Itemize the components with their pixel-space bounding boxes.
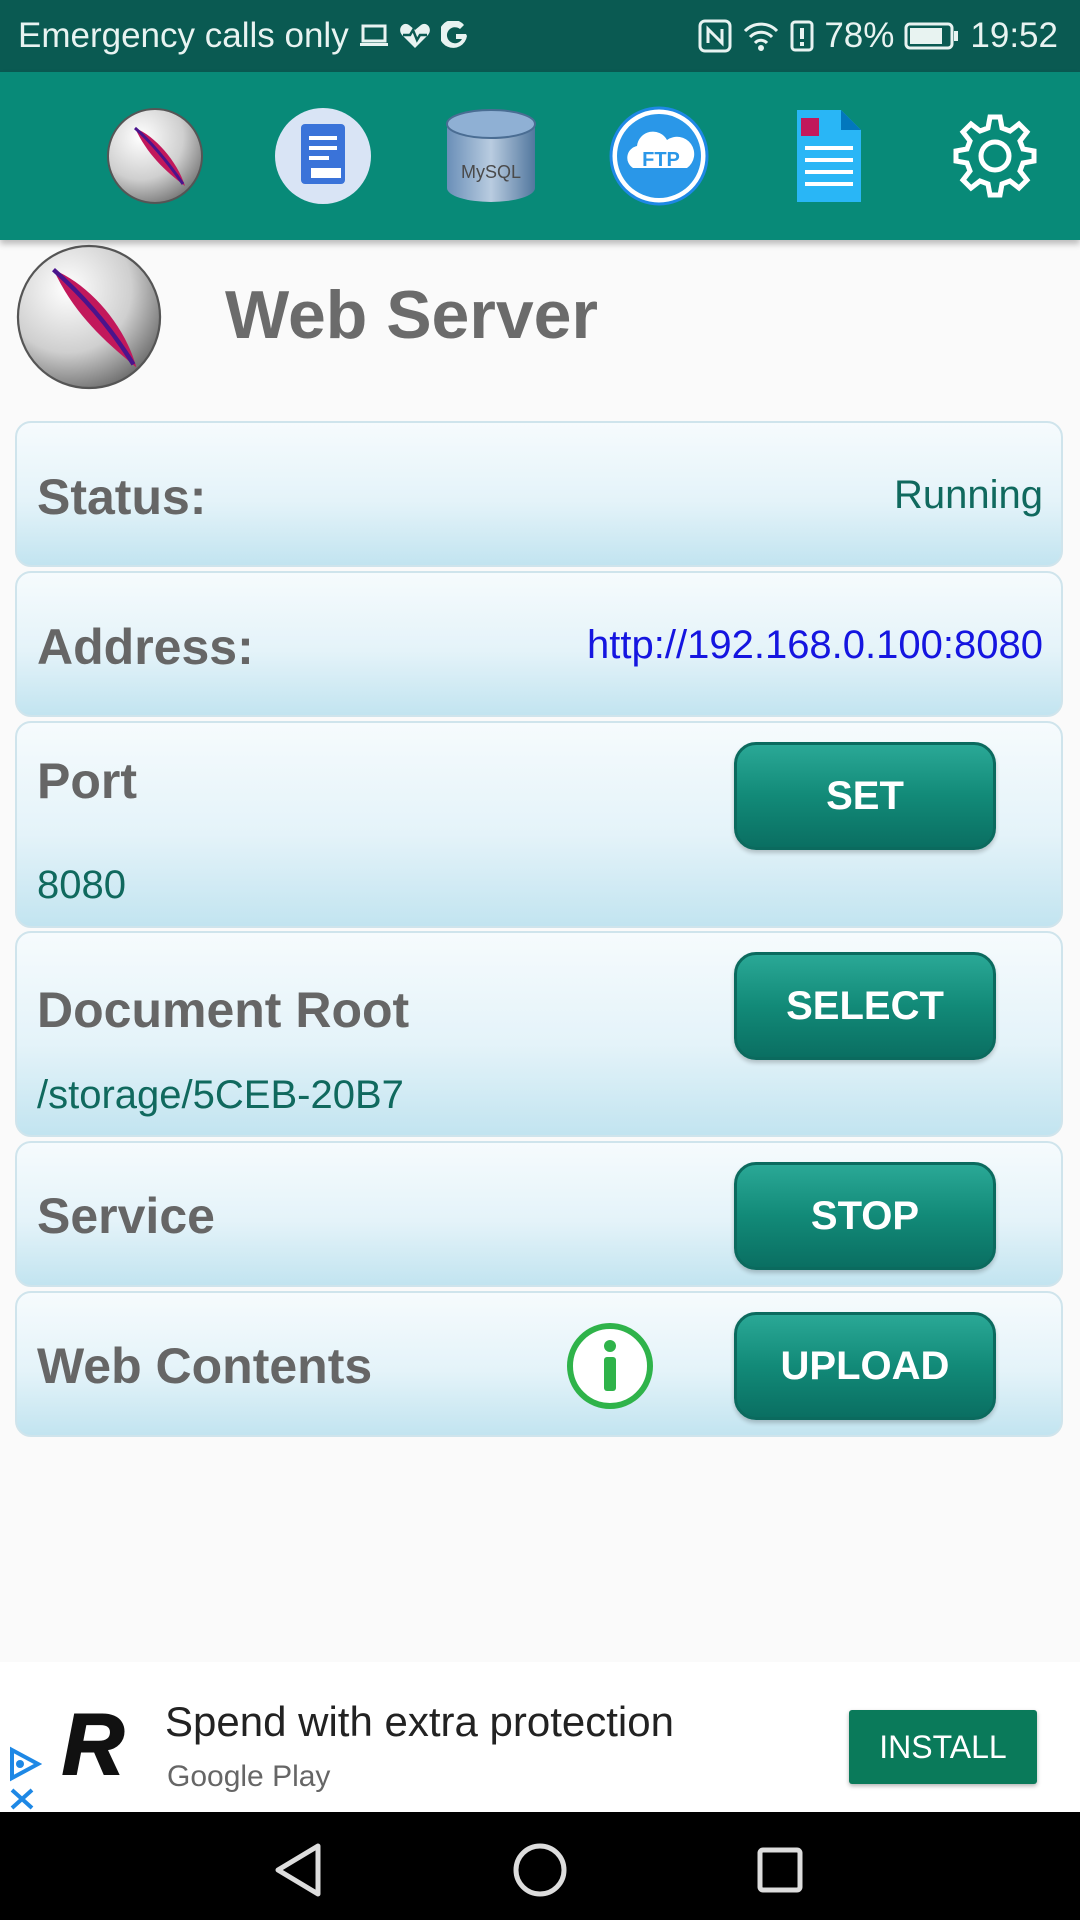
feather-icon bbox=[107, 108, 203, 204]
document-root-card: Document Root /storage/5CEB-20B7 SELECT bbox=[15, 931, 1063, 1137]
web-contents-label: Web Contents bbox=[37, 1338, 373, 1394]
back-button[interactable] bbox=[260, 1830, 340, 1910]
nfc-icon bbox=[698, 19, 732, 53]
port-label: Port bbox=[37, 753, 137, 809]
document-icon bbox=[275, 108, 371, 204]
gear-icon bbox=[953, 114, 1037, 198]
recents-icon bbox=[757, 1847, 803, 1893]
set-port-button[interactable]: SET bbox=[734, 742, 996, 850]
address-link[interactable]: http://192.168.0.100:8080 bbox=[587, 623, 1043, 668]
battery-percent: 78% bbox=[824, 16, 895, 55]
wifi-icon bbox=[742, 20, 780, 52]
svg-text:FTP: FTP bbox=[642, 149, 680, 171]
document-root-label: Document Root bbox=[37, 982, 410, 1038]
web-contents-card: Web Contents UPLOAD bbox=[15, 1291, 1063, 1437]
google-icon bbox=[440, 21, 471, 51]
log-tab[interactable] bbox=[777, 106, 877, 206]
select-root-button[interactable]: SELECT bbox=[734, 952, 996, 1060]
navigation-bar bbox=[0, 1812, 1080, 1920]
status-label: Status: bbox=[37, 469, 207, 525]
web-server-logo bbox=[15, 243, 163, 391]
ad-banner[interactable]: R Spend with extra protection Google Pla… bbox=[0, 1662, 1080, 1812]
status-bar-right: 78% 19:52 bbox=[698, 16, 1058, 56]
back-icon bbox=[275, 1843, 321, 1897]
service-label: Service bbox=[37, 1188, 215, 1244]
mysql-tab[interactable]: MySQL bbox=[441, 106, 541, 206]
port-card: Port 8080 SET bbox=[15, 721, 1063, 928]
status-bar-left: Emergency calls only bbox=[18, 16, 471, 56]
php-tab[interactable] bbox=[273, 106, 373, 206]
status-value: Running bbox=[893, 473, 1043, 517]
heart-pulse-icon bbox=[399, 22, 431, 50]
ftp-tab[interactable]: FTP bbox=[609, 106, 709, 206]
web-server-tab[interactable] bbox=[105, 106, 205, 206]
ad-logo: R bbox=[58, 1696, 128, 1794]
clock: 19:52 bbox=[970, 16, 1058, 55]
database-icon: MySQL bbox=[446, 109, 536, 202]
address-label: Address: bbox=[37, 619, 254, 675]
feather-icon bbox=[16, 244, 162, 390]
stop-service-button[interactable]: STOP bbox=[734, 1162, 996, 1270]
install-button[interactable]: INSTALL bbox=[849, 1710, 1037, 1784]
ad-logo-letter: R bbox=[62, 1702, 124, 1782]
toolbar: MySQL FTP bbox=[0, 72, 1080, 240]
address-card: Address: http://192.168.0.100:8080 bbox=[15, 571, 1063, 717]
service-card: Service STOP bbox=[15, 1141, 1063, 1287]
home-button[interactable] bbox=[500, 1830, 580, 1910]
cloud-ftp-icon: FTP bbox=[609, 106, 709, 206]
info-icon[interactable] bbox=[565, 1321, 655, 1416]
document-root-value: /storage/5CEB-20B7 bbox=[37, 1073, 404, 1117]
recents-button[interactable] bbox=[740, 1830, 820, 1910]
log-file-icon bbox=[797, 110, 861, 202]
settings-tab[interactable] bbox=[945, 106, 1045, 206]
carrier-text: Emergency calls only bbox=[18, 16, 349, 55]
ad-choices-icon[interactable] bbox=[6, 1746, 43, 1787]
port-value: 8080 bbox=[37, 863, 126, 907]
svg-text:MySQL: MySQL bbox=[461, 162, 521, 182]
alert-icon bbox=[790, 20, 814, 52]
status-card: Status: Running bbox=[15, 421, 1063, 567]
page-title: Web Server bbox=[225, 277, 598, 353]
battery-icon bbox=[904, 22, 960, 50]
status-bar: Emergency calls only 78% 19:52 bbox=[0, 0, 1080, 72]
ad-title: Spend with extra protection bbox=[165, 1698, 674, 1745]
laptop-icon bbox=[359, 23, 389, 49]
ad-subtitle: Google Play bbox=[167, 1760, 331, 1793]
home-icon bbox=[513, 1843, 567, 1897]
upload-button[interactable]: UPLOAD bbox=[734, 1312, 996, 1420]
